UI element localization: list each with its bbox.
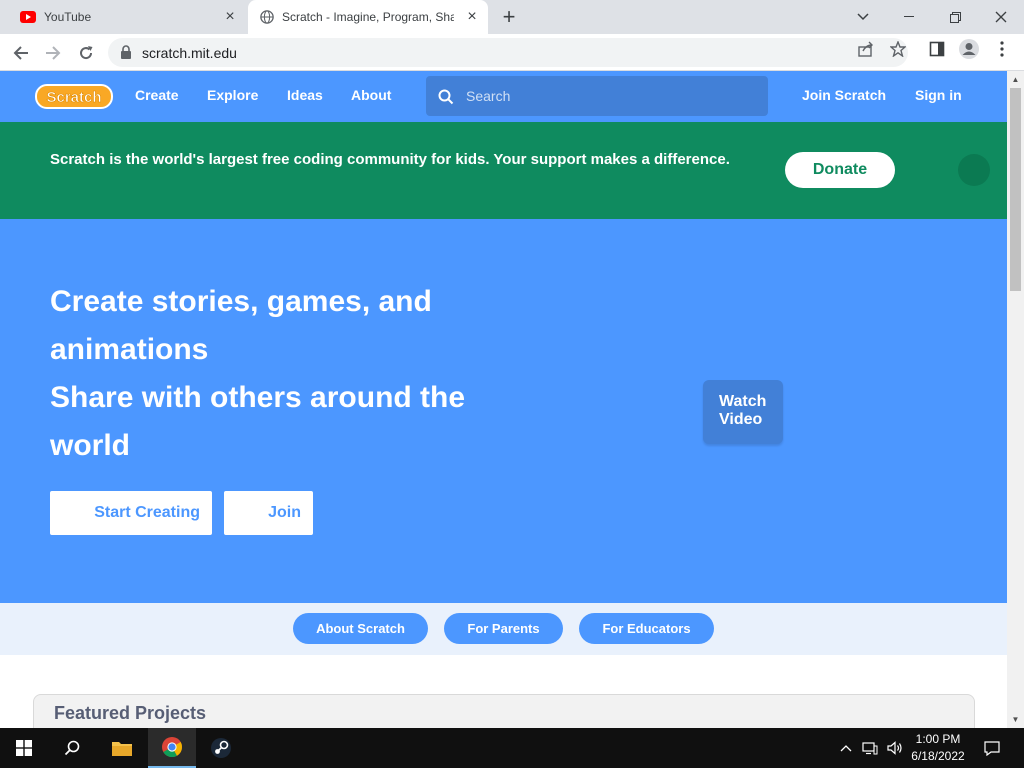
share-button[interactable]	[855, 38, 877, 60]
search-placeholder: Search	[466, 88, 511, 104]
tab-youtube[interactable]: YouTube ×	[8, 0, 246, 34]
back-button[interactable]	[8, 40, 34, 66]
new-tab-button[interactable]: +	[498, 6, 520, 29]
address-bar[interactable]: scratch.mit.edu	[108, 38, 908, 67]
windows-icon	[16, 740, 32, 756]
browser-tab-strip: YouTube × Scratch - Imagine, Program, Sh…	[0, 0, 1024, 34]
scrollbar-thumb[interactable]	[1010, 88, 1021, 291]
url-text: scratch.mit.edu	[142, 45, 237, 61]
taskbar-steam[interactable]	[197, 728, 245, 768]
forward-button[interactable]	[40, 40, 66, 66]
close-icon	[995, 11, 1007, 23]
notifications-button[interactable]	[978, 728, 1006, 768]
tab-search-button[interactable]	[840, 0, 886, 34]
search-input[interactable]: Search	[426, 76, 768, 116]
scratch-page: Scratch Create Explore Ideas About Searc…	[0, 71, 1007, 728]
minimize-button[interactable]	[886, 0, 932, 34]
close-tab-icon[interactable]: ×	[222, 9, 238, 25]
featured-projects-box: Featured Projects	[33, 694, 975, 728]
clock-time: 1:00 PM	[915, 732, 961, 746]
avatar-icon	[959, 39, 979, 59]
globe-icon	[260, 10, 274, 24]
volume-button[interactable]	[884, 728, 906, 768]
arrow-left-icon	[13, 46, 28, 60]
tab-title: Scratch - Imagine, Program, Share	[282, 10, 454, 24]
search-icon	[438, 89, 454, 105]
network-icon	[862, 742, 878, 755]
featured-projects-title: Featured Projects	[54, 703, 207, 723]
clock-date: 6/18/2022	[911, 749, 965, 763]
join-scratch-link[interactable]: Join Scratch	[802, 87, 886, 103]
start-creating-button[interactable]: Start Creating	[50, 491, 212, 535]
donate-banner: Scratch is the world's largest free codi…	[0, 122, 1007, 219]
bookmark-button[interactable]	[887, 38, 909, 60]
close-tab-icon[interactable]: ×	[464, 9, 480, 25]
scratch-navbar: Scratch Create Explore Ideas About Searc…	[0, 71, 1007, 122]
scroll-down-arrow[interactable]: ▼	[1007, 711, 1024, 728]
nav-ideas[interactable]: Ideas	[287, 87, 323, 103]
search-icon	[64, 740, 80, 756]
for-educators-button[interactable]: For Educators	[579, 613, 714, 644]
folder-icon	[112, 742, 132, 756]
taskbar-file-explorer[interactable]	[98, 728, 146, 768]
nav-about[interactable]: About	[351, 87, 391, 103]
menu-button[interactable]	[991, 38, 1013, 60]
reload-icon	[80, 46, 93, 60]
logo-text: Scratch	[46, 89, 101, 106]
donate-button[interactable]: Donate	[785, 152, 895, 188]
donate-message: Scratch is the world's largest free codi…	[50, 151, 730, 168]
side-panel-button[interactable]	[926, 38, 948, 60]
hero-heading-line: world	[50, 429, 130, 462]
reload-button[interactable]	[73, 40, 99, 66]
scroll-up-arrow[interactable]: ▲	[1007, 71, 1024, 88]
chevron-up-icon	[840, 745, 852, 752]
about-scratch-button[interactable]: About Scratch	[293, 613, 428, 644]
watch-video-button[interactable]: Watch Video	[703, 380, 783, 444]
profile-button[interactable]	[958, 38, 980, 60]
join-button[interactable]: Join	[224, 491, 313, 535]
notification-icon	[984, 740, 1000, 756]
tab-title: YouTube	[44, 10, 92, 24]
arrow-right-icon	[46, 46, 61, 60]
intro-links-bar: About Scratch For Parents For Educators	[0, 603, 1007, 655]
nav-explore[interactable]: Explore	[207, 87, 258, 103]
close-banner-button[interactable]	[958, 154, 990, 186]
tab-scratch[interactable]: Scratch - Imagine, Program, Share ×	[248, 0, 488, 34]
start-button[interactable]	[0, 728, 48, 768]
share-icon	[858, 41, 873, 57]
restore-button[interactable]	[932, 0, 978, 34]
scratch-logo[interactable]: Scratch	[35, 83, 113, 110]
network-button[interactable]	[858, 728, 882, 768]
kebab-menu-icon	[1000, 41, 1004, 57]
speaker-icon	[887, 741, 902, 755]
star-icon	[890, 41, 906, 57]
taskbar-chrome[interactable]	[148, 728, 196, 768]
nav-create[interactable]: Create	[135, 87, 179, 103]
lock-icon	[121, 45, 131, 59]
close-window-button[interactable]	[978, 0, 1024, 34]
for-parents-button[interactable]: For Parents	[444, 613, 563, 644]
minimize-icon	[904, 16, 914, 17]
taskbar-search-button[interactable]	[48, 728, 96, 768]
windows-taskbar: 1:00 PM 6/18/2022	[0, 728, 1024, 768]
steam-icon	[211, 738, 231, 758]
show-hidden-icons-button[interactable]	[836, 728, 856, 768]
youtube-icon	[20, 11, 36, 23]
hero-heading-line: animations	[50, 333, 209, 366]
side-panel-icon	[929, 41, 945, 57]
hero-heading-line: Create stories, games, and	[50, 285, 432, 318]
taskbar-clock[interactable]: 1:00 PM 6/18/2022	[906, 731, 970, 765]
browser-toolbar: scratch.mit.edu	[0, 34, 1024, 71]
hero-heading-line: Share with others around the	[50, 381, 466, 414]
restore-icon	[949, 11, 961, 23]
hero-section: Create stories, games, and animations Sh…	[0, 219, 1007, 603]
chevron-down-icon	[857, 13, 869, 21]
sign-in-link[interactable]: Sign in	[915, 87, 962, 103]
chrome-icon	[162, 737, 183, 758]
